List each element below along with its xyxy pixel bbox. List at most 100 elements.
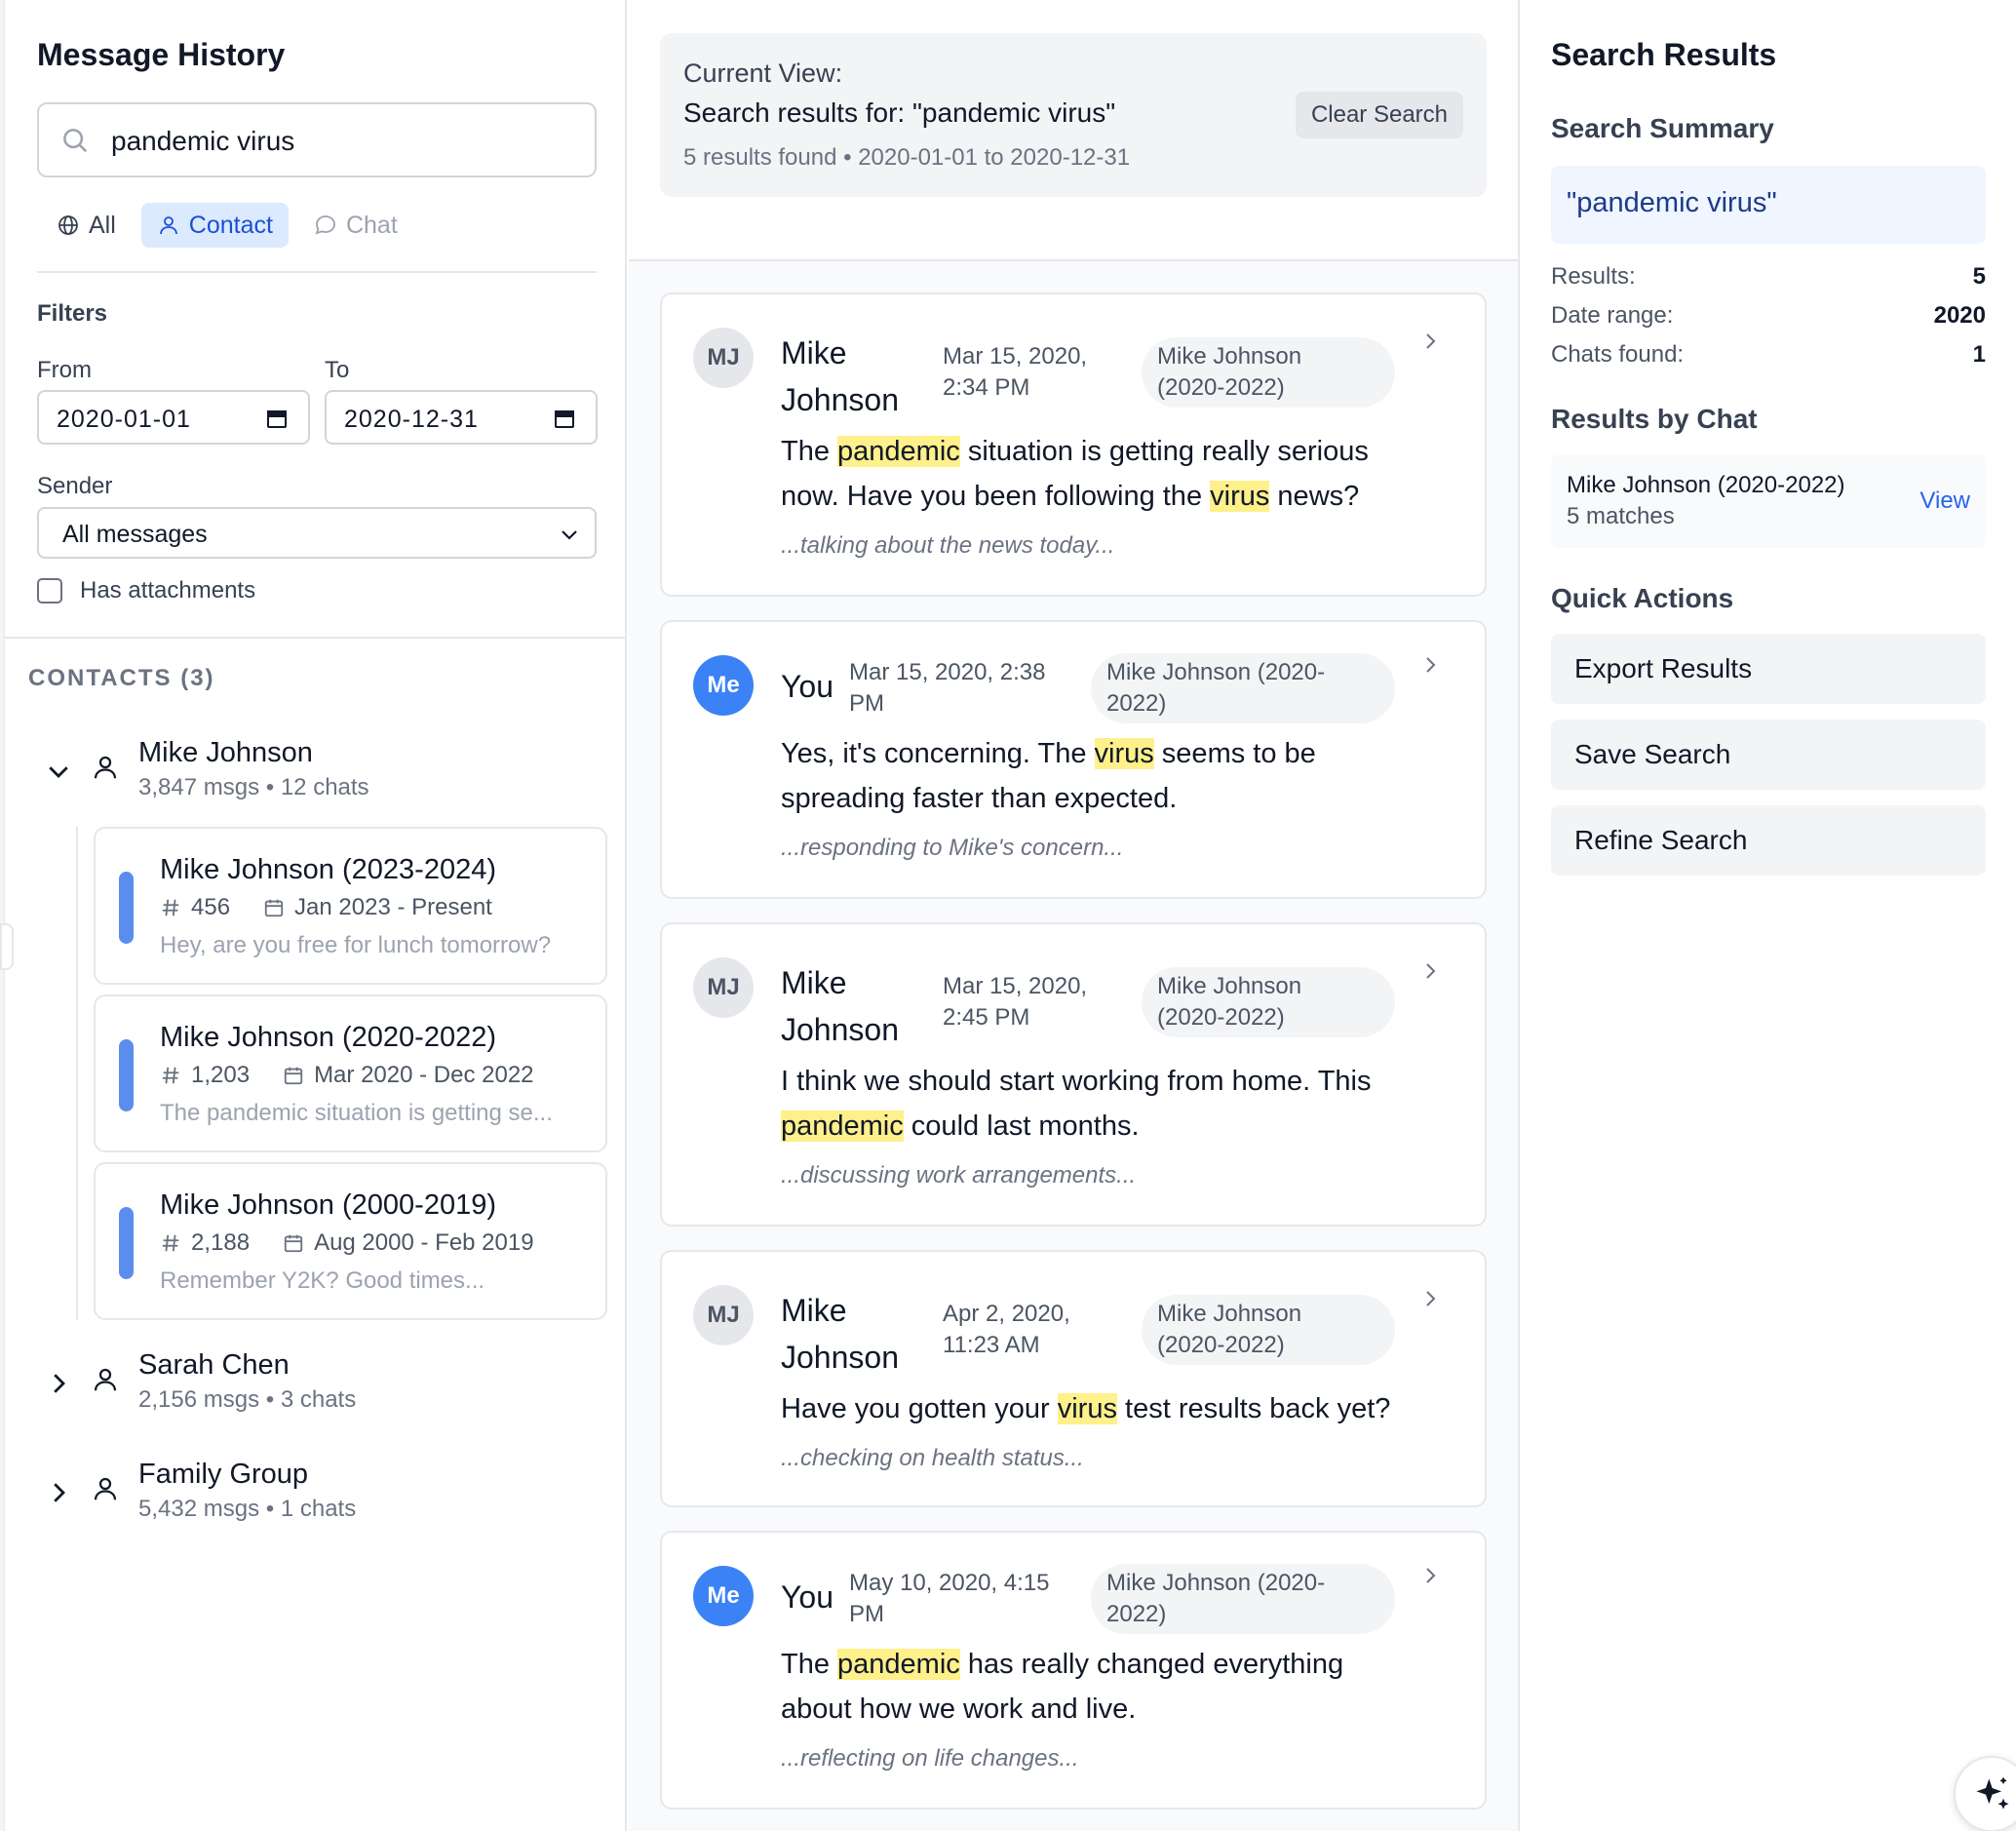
current-view-header: Current View: Search results for: "pande…: [629, 0, 1518, 261]
chevron-right-icon[interactable]: [1418, 1287, 1442, 1310]
text-run: about how we work and live.: [781, 1694, 1137, 1725]
chip-line: Mike Johnson: [1157, 973, 1302, 999]
filters-heading: Filters: [37, 300, 108, 327]
chat-color-bar: [119, 872, 134, 944]
chevron-right-icon[interactable]: [1418, 330, 1442, 353]
contact-name: Sarah Chen: [138, 1349, 290, 1381]
chat-date-range: Jan 2023 - Present: [294, 894, 492, 920]
text-run: The: [781, 1649, 838, 1680]
search-highlight: virus: [1210, 481, 1270, 512]
query-box: "pandemic virus": [1551, 166, 1986, 244]
contact-msg-count: 3,847 msgs: [138, 774, 260, 800]
chip-line: Mike Johnson (2020-: [1106, 659, 1326, 685]
panel-title: Message History: [37, 37, 286, 72]
ai-assistant-button[interactable]: [1954, 1756, 2016, 1831]
chevron-right-icon[interactable]: [1418, 959, 1442, 983]
contact-row-mike-johnson[interactable]: Mike Johnson 3,847 msgs • 12 chats: [5, 733, 609, 811]
message-card[interactable]: Me You Mar 15, 2020, 2:38 PM Mike Johnson…: [660, 620, 1487, 899]
message-timestamp: Apr 2, 2020, 11:23 AM: [943, 1299, 1070, 1361]
from-label: From: [37, 357, 92, 383]
refine-search-button[interactable]: Refine Search: [1551, 805, 1986, 876]
chip-line: Mike Johnson (2020-: [1106, 1570, 1326, 1596]
message-card[interactable]: MJ Mike Johnson Apr 2, 2020, 11:23 AM Mike…: [660, 1250, 1487, 1507]
left-panel: Message History All Contact Chat Filters…: [5, 0, 627, 1831]
tab-chat[interactable]: Chat: [298, 203, 413, 248]
calendar-icon[interactable]: [553, 407, 576, 430]
from-date-input[interactable]: 2020-01-01: [37, 390, 310, 445]
chevron-right-icon[interactable]: [1418, 1564, 1442, 1587]
contact-row-sarah-chen[interactable]: Sarah Chen 2,156 msgs • 3 chats: [5, 1345, 609, 1423]
chip-line: (2020-2022): [1157, 1332, 1285, 1358]
stat-row: Results: 5: [1551, 263, 1986, 291]
person-icon: [94, 1477, 117, 1500]
chevron-down-icon[interactable]: [44, 757, 73, 786]
search-highlight: pandemic: [837, 436, 960, 467]
contact-chat-count: 12 chats: [280, 774, 369, 800]
text-run: The: [781, 436, 838, 467]
contact-meta: 5,432 msgs • 1 chats: [138, 1496, 357, 1522]
chip-line: Mike Johnson: [1157, 343, 1302, 370]
chat-card-2020-2022[interactable]: Mike Johnson (2020-2022) 1,203 Mar 2020 …: [94, 994, 607, 1152]
stat-label: Results:: [1551, 263, 1636, 290]
chat-msg-count: 1,203: [191, 1062, 251, 1088]
view-chat-link[interactable]: View: [1919, 487, 1970, 515]
export-results-button[interactable]: Export Results: [1551, 634, 1986, 704]
results-count: 5 results found: [683, 144, 837, 171]
chevron-right-icon[interactable]: [44, 1369, 73, 1398]
chat-badge: Mike Johnson (2020-2022): [1142, 337, 1395, 408]
message-text: I think we should start working from hom…: [781, 1059, 1405, 1149]
attachments-checkbox[interactable]: [37, 578, 62, 604]
time-line: 11:23 AM: [943, 1332, 1040, 1358]
search-results-sidebar: Search Results Search Summary "pandemic …: [1522, 0, 2016, 1831]
stat-row: Chats found: 1: [1551, 341, 1986, 369]
search-input[interactable]: [111, 122, 579, 161]
message-card[interactable]: MJ Mike Johnson Mar 15, 2020, 2:45 PM Mike…: [660, 922, 1487, 1227]
panel-resize-handle[interactable]: [0, 923, 14, 970]
tab-contact[interactable]: Contact: [140, 203, 289, 248]
chevron-right-icon[interactable]: [1418, 653, 1442, 677]
contact-row-family-group[interactable]: Family Group 5,432 msgs • 1 chats: [5, 1455, 609, 1533]
avatar: MJ: [693, 957, 754, 1018]
stat-value: 5: [1972, 263, 1986, 290]
calendar-icon[interactable]: [265, 407, 289, 430]
chevron-right-icon[interactable]: [44, 1478, 73, 1507]
stat-label: Chats found:: [1551, 341, 1685, 368]
chat-card-2000-2019[interactable]: Mike Johnson (2000-2019) 2,188 Aug 2000 …: [94, 1162, 607, 1320]
message-context: ...discussing work arrangements...: [781, 1162, 1137, 1188]
time-line: Mar 15, 2020, 2:38: [849, 659, 1046, 685]
chat-card-2023-2024[interactable]: Mike Johnson (2023-2024) 456 Jan 2023 - …: [94, 827, 607, 985]
message-card[interactable]: Me You May 10, 2020, 4:15 PM Mike Johnson…: [660, 1531, 1487, 1810]
search-query-line: Search results for: "pandemic virus": [683, 97, 1116, 128]
chat-color-bar: [119, 1207, 134, 1279]
stat-value: 1: [1972, 341, 1986, 368]
search-field[interactable]: [37, 102, 597, 177]
sender-select[interactable]: All messages: [37, 507, 597, 559]
text-run: seems to be: [1153, 738, 1316, 769]
sender-line: Mike: [781, 965, 847, 1000]
chip-line: 2022): [1106, 690, 1167, 717]
contact-msg-count: 5,432 msgs: [138, 1496, 260, 1522]
calendar-icon: [264, 899, 284, 917]
clear-search-button[interactable]: Clear Search: [1295, 92, 1463, 138]
tab-all[interactable]: All: [41, 203, 132, 248]
contact-name: Family Group: [138, 1459, 309, 1490]
contact-chat-count: 3 chats: [280, 1386, 357, 1413]
attachments-filter[interactable]: Has attachments: [37, 577, 255, 604]
time-line: Apr 2, 2020,: [943, 1301, 1070, 1327]
chat-msg-count: 2,188: [191, 1229, 251, 1256]
avatar: MJ: [693, 328, 754, 388]
current-view-box: Current View: Search results for: "pande…: [660, 33, 1487, 197]
avatar: Me: [693, 655, 754, 716]
chat-bubble-icon: [315, 215, 335, 235]
hash-icon: [162, 1067, 179, 1084]
chip-line: Mike Johnson: [1157, 1301, 1302, 1327]
results-panel: Current View: Search results for: "pande…: [629, 0, 1520, 1831]
message-card[interactable]: MJ Mike Johnson Mar 15, 2020, 2:34 PM Mike…: [660, 292, 1487, 597]
attachments-label: Has attachments: [80, 577, 256, 604]
sender-line: Johnson: [781, 1340, 899, 1375]
current-view-label: Current View:: [683, 58, 843, 88]
avatar: MJ: [693, 1285, 754, 1345]
save-search-button[interactable]: Save Search: [1551, 720, 1986, 790]
sparkle-icon: [1976, 1776, 2009, 1810]
to-date-input[interactable]: 2020-12-31: [325, 390, 598, 445]
